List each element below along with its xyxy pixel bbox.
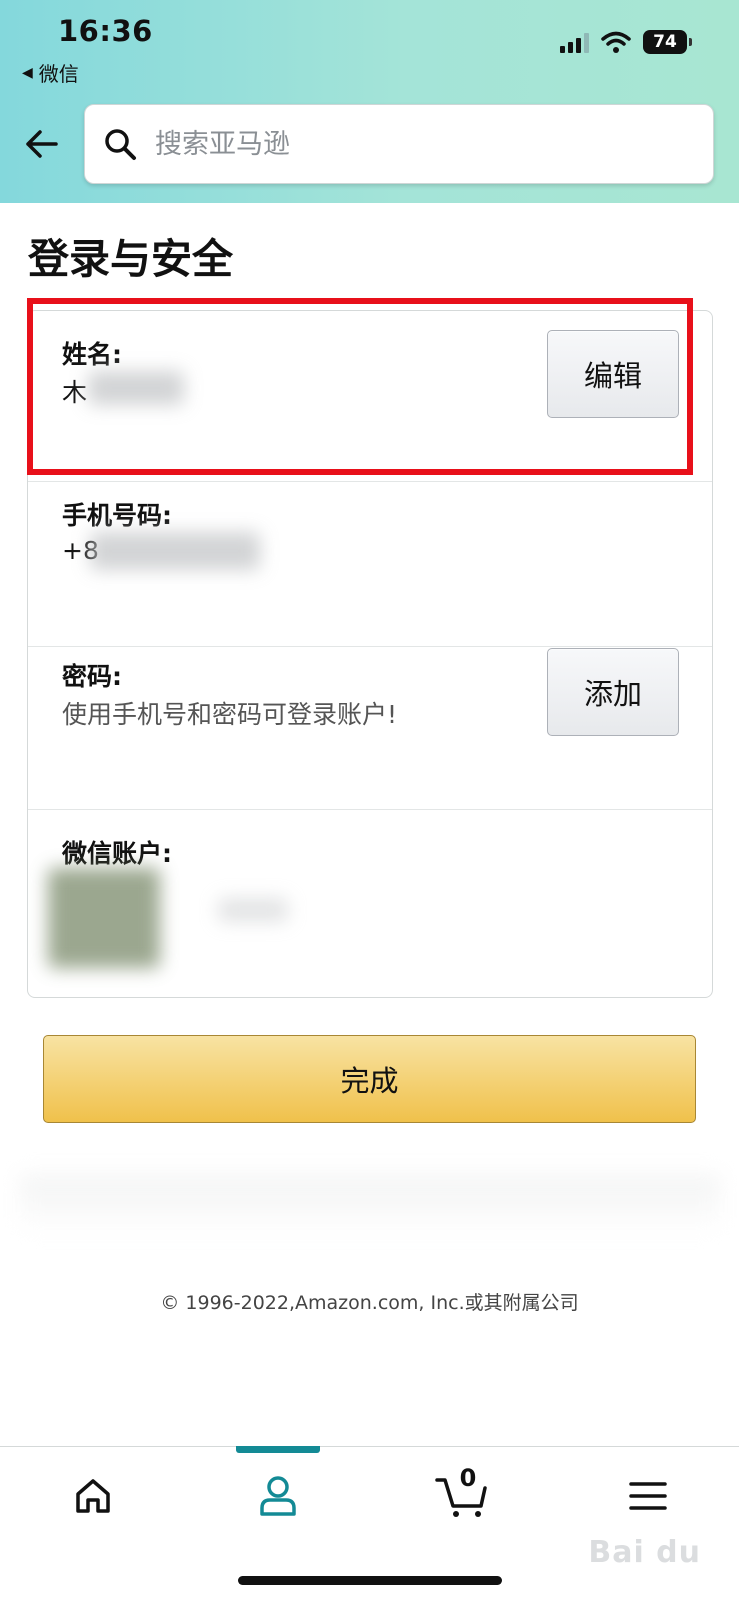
edit-name-button[interactable]: 编辑 [547, 330, 679, 418]
password-description: 使用手机号和密码可登录账户! [62, 700, 398, 729]
page-title: 登录与安全 [28, 235, 233, 283]
name-redaction-blur [88, 371, 184, 405]
name-value: 木 [62, 378, 88, 407]
add-password-button[interactable]: 添加 [547, 648, 679, 736]
name-row: 姓名: 木 编辑 [28, 311, 712, 482]
back-triangle-icon: ◀ [22, 64, 33, 81]
password-row: 密码: 使用手机号和密码可登录账户! 添加 [28, 647, 712, 810]
copyright-text: © 1996-2022,Amazon.com, Inc.或其附属公司 [160, 1292, 579, 1314]
tab-account[interactable] [248, 1466, 308, 1526]
divider-shadow [20, 1175, 720, 1235]
cart-count-badge: 0 [459, 1464, 477, 1492]
search-icon [105, 129, 136, 160]
name-label: 姓名: [62, 340, 122, 369]
account-icon [260, 1476, 296, 1516]
back-arrow-icon[interactable] [22, 124, 62, 164]
home-indicator-bar[interactable] [238, 1576, 502, 1585]
search-bar[interactable] [84, 104, 714, 184]
tab-menu[interactable] [618, 1466, 678, 1526]
status-icons: 74 [560, 30, 692, 54]
status-time: 16:36 [58, 14, 153, 48]
password-label: 密码: [62, 662, 122, 691]
menu-icon [629, 1482, 667, 1510]
battery-indicator: 74 [643, 30, 692, 54]
back-app-label: 微信 [38, 62, 79, 86]
done-button[interactable]: 完成 [43, 1035, 696, 1123]
account-settings-card: 姓名: 木 编辑 手机号码: +8 密码: 使用手机号和密码可登录账户! 添加 … [27, 310, 713, 998]
top-header: 16:36 ◀ 微信 74 [0, 0, 739, 203]
search-input[interactable] [155, 128, 675, 160]
home-icon [76, 1479, 110, 1513]
active-tab-indicator [236, 1446, 320, 1453]
phone-redaction-blur [90, 532, 260, 570]
wechat-nickname-blur [218, 898, 288, 922]
phone-label: 手机号码: [62, 501, 172, 530]
wifi-icon [601, 31, 631, 53]
wechat-row: 微信账户: [28, 810, 712, 998]
baidu-watermark-logo: Bai du [588, 1535, 701, 1570]
wechat-label: 微信账户: [62, 839, 172, 868]
tab-home[interactable] [63, 1466, 123, 1526]
cellular-signal-icon [560, 31, 589, 53]
wechat-avatar [48, 868, 160, 968]
back-to-app-link[interactable]: ◀ 微信 [22, 58, 79, 87]
phone-row: 手机号码: +8 [28, 482, 712, 647]
